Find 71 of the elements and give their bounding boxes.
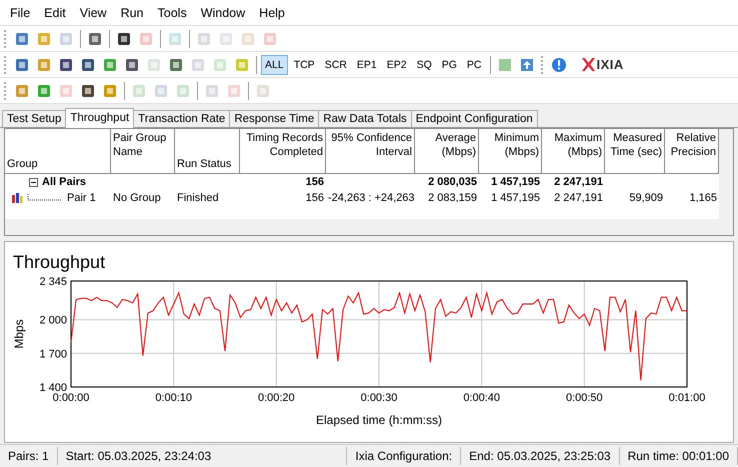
x-tick-label: 0:00:50 [566,392,603,404]
x-tick-label: 0:01:00 [668,392,705,404]
filter-button[interactable]: PG [438,54,461,74]
status-text: Run time: 00:01:00 [620,447,738,465]
x-tick-label: 0:00:20 [258,392,295,404]
column-header[interactable]: Timing Records Completed [240,129,326,173]
column-header[interactable]: Maximum (Mbps) [542,129,605,173]
table-cell: Pair 1 [67,192,96,204]
x-tick-label: 0:00:10 [155,392,192,404]
table-cell: 2 083,159 [428,192,477,204]
vertical-scrollbar[interactable] [719,129,733,235]
logo-text: IXIA [596,57,624,72]
table-cell: 2 247,191 [554,192,603,204]
y-tick-label: 2 000 [39,314,67,327]
table-cell: 1 457,195 [491,192,540,204]
menu-item[interactable]: Edit [37,6,73,20]
tab[interactable]: Test Setup [2,110,66,127]
table-cell: 156 [306,192,324,204]
menu-item[interactable]: View [72,6,114,20]
y-axis-label: Mbps [12,319,26,349]
x-tick-label: 0:00:30 [360,392,398,404]
bar-chart-icon [11,192,23,204]
column-header[interactable]: Average (Mbps) [415,129,479,173]
table-cell: Finished [177,192,219,204]
filter-button[interactable]: SQ [412,54,436,74]
table-cell: 2 247,191 [554,176,603,188]
tab[interactable]: Endpoint Configuration [410,110,538,127]
filter-button[interactable]: PC [462,54,486,74]
y-tick-label: 1 400 [39,382,67,394]
menu-item[interactable]: Window [194,6,252,20]
table-cell: 1,165 [689,192,717,204]
filter-button[interactable]: EP2 [382,54,411,74]
info-icon[interactable] [550,56,567,72]
upload-icon[interactable] [518,56,535,72]
filter-button[interactable]: EP1 [352,54,381,74]
status-text: End: 05.03.2025, 23:25:03 [461,447,620,465]
menu-item[interactable]: File [3,6,38,20]
tree-connector-icon [27,194,63,202]
status-text: Ixia Configuration: [347,447,462,465]
x-axis-label: Elapsed time (h:mm:ss) [316,413,442,427]
collapse-icon[interactable] [29,178,38,186]
menu-item[interactable]: Help [252,6,292,20]
table-cell: 59,909 [629,192,663,204]
horizontal-scrollbar[interactable] [5,219,719,235]
table-cell: All Pairs [42,176,86,188]
y-tick-label: 1 700 [39,348,67,360]
filter-button[interactable]: SCR [320,54,351,74]
menu-item[interactable]: Tools [150,6,194,20]
table-cell: No Group [113,192,161,204]
column-header[interactable]: Measured Time (sec) [605,129,665,173]
x-logo-icon [580,57,596,72]
filter-button[interactable]: TCP [290,54,319,74]
column-header[interactable]: Group [5,129,111,173]
status-text: Start: 05.03.2025, 23:24:03 [58,447,348,465]
y-tick-label: 2 345 [39,276,67,288]
filter-button[interactable]: ALL [261,54,288,74]
status-text: Pairs: 1 [0,447,58,465]
chart-title: Throughput [12,251,106,273]
tab[interactable]: Throughput [65,108,134,128]
tab[interactable]: Response Time [229,110,320,127]
table-cell: -24,263 : +24,263 [328,192,415,204]
column-header[interactable]: Pair Group Name [111,129,175,173]
x-tick-label: 0:00:00 [52,392,90,404]
table-cell: 156 [306,176,324,188]
column-header[interactable]: Minimum (Mbps) [479,129,542,173]
table-cell: 2 080,035 [428,176,477,188]
menu-item[interactable]: Run [114,6,151,20]
x-tick-label: 0:00:40 [463,392,500,404]
table-cell: 1 457,195 [491,176,540,188]
column-header[interactable]: 95% Confidence Interval [326,129,415,173]
column-header[interactable]: Run Status [175,129,240,173]
